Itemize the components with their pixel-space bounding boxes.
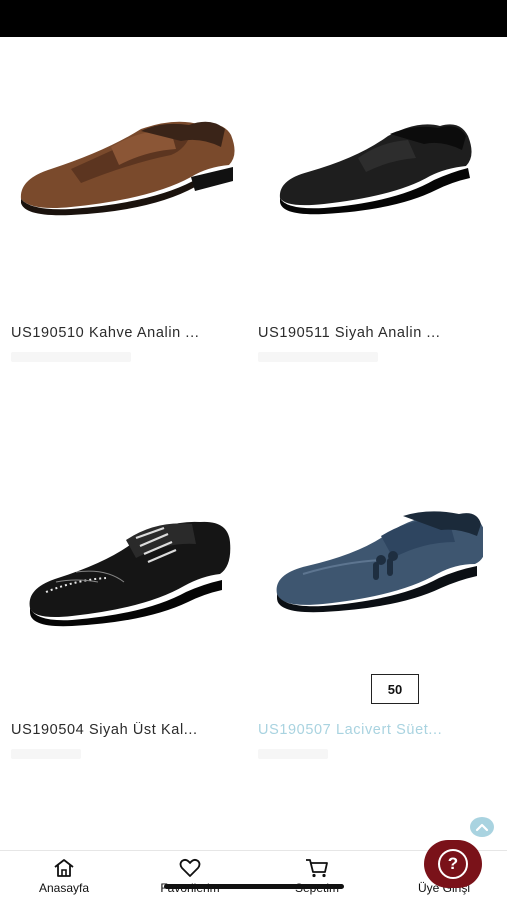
discount-badge: 50 — [371, 674, 419, 704]
product-card[interactable]: US190504 Siyah Üst Kal... — [2, 437, 250, 777]
product-card[interactable]: 50 US190507 Lacivert Süet... — [249, 437, 497, 777]
product-title[interactable]: US190511 Siyah Analin ... — [258, 325, 483, 341]
help-button[interactable]: ? — [424, 840, 482, 888]
price-placeholder — [258, 352, 378, 362]
shoe-image — [29, 521, 231, 627]
tab-cart[interactable]: Sepetim — [267, 857, 367, 895]
product-card[interactable]: US190510 Kahve Analin ... — [2, 37, 250, 377]
question-icon: ? — [438, 849, 468, 879]
product-card[interactable]: US190511 Siyah Analin ... — [249, 37, 497, 377]
home-indicator — [164, 884, 344, 889]
brown-woven-loafer-image[interactable] — [2, 37, 250, 297]
shoe-image — [279, 124, 472, 215]
scroll-to-top-button[interactable] — [470, 817, 494, 837]
black-penny-loafer-image[interactable] — [249, 37, 497, 297]
shoe-image — [20, 121, 235, 216]
shoe-image — [276, 511, 483, 613]
product-title[interactable]: US190507 Lacivert Süet... — [258, 722, 483, 738]
tab-home[interactable]: Anasayfa — [14, 857, 114, 895]
price-placeholder — [11, 749, 81, 759]
tab-home-label: Anasayfa — [38, 881, 90, 895]
heart-icon — [178, 857, 202, 879]
chevron-up-icon — [475, 823, 489, 832]
product-title[interactable]: US190504 Siyah Üst Kal... — [11, 722, 236, 738]
navy-suede-tassel-loafer-image[interactable] — [249, 457, 497, 667]
tab-favorites[interactable]: Favorilerim — [140, 857, 240, 895]
status-bar — [0, 0, 507, 37]
home-icon — [52, 857, 76, 879]
cart-icon — [305, 857, 329, 879]
price-placeholder — [11, 352, 131, 362]
price-placeholder — [258, 749, 328, 759]
black-patent-brogue-image[interactable] — [2, 457, 250, 687]
product-title[interactable]: US190510 Kahve Analin ... — [11, 325, 236, 341]
